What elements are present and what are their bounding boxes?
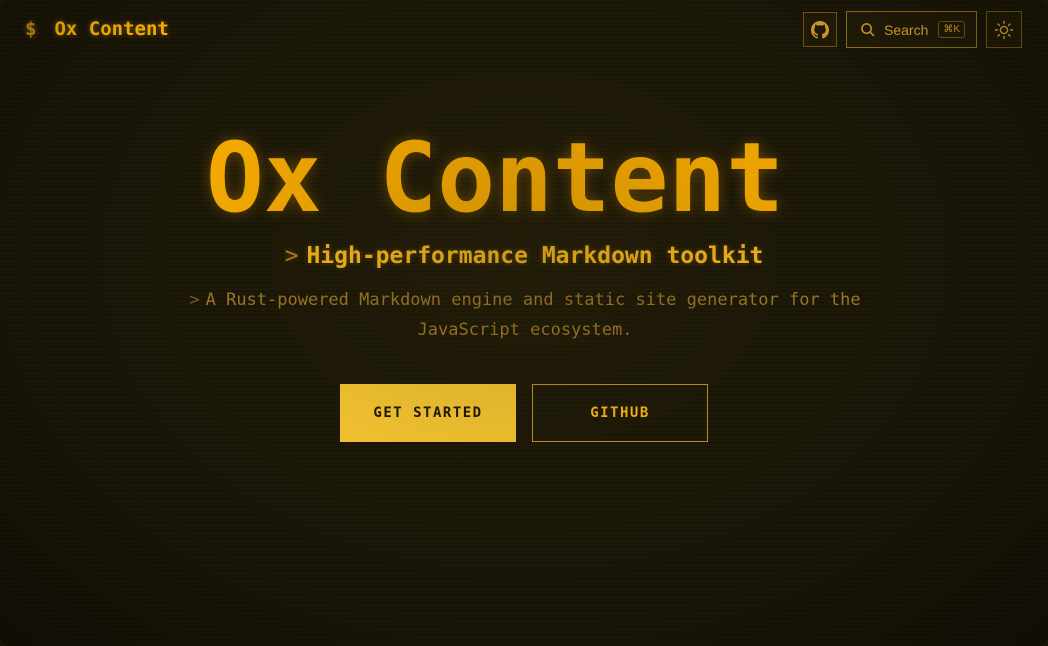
search-button[interactable]: Search ⌘K [846,11,977,48]
search-label: Search [884,21,929,38]
site-logo-link[interactable]: $ Ox Content [25,16,169,42]
hero-title: Ox Content [206,122,784,234]
sun-icon [994,20,1014,40]
description-prompt: > [189,290,200,310]
brand-prompt: $ [25,18,37,40]
description-text: A Rust-powered Markdown engine and stati… [205,290,861,340]
search-shortcut-badge: ⌘K [938,21,966,38]
github-link-button[interactable] [803,12,837,47]
hero-tagline: > High-performance Markdown toolkit [0,240,1048,272]
github-icon [811,20,829,39]
theme-toggle-button[interactable] [986,11,1022,48]
search-icon [860,22,875,37]
page-background: $ Ox Content Search ⌘K Ox Content > High… [0,0,1048,646]
brand-name: Ox Content [54,18,169,40]
hero-description: > A Rust-powered Markdown engine and stat… [160,285,890,345]
github-button[interactable]: GITHUB [532,384,708,442]
tagline-prompt: > [284,243,299,269]
get-started-button[interactable]: GET STARTED [340,384,516,442]
tagline-text: High-performance Markdown toolkit [306,243,764,269]
header-actions: Search ⌘K [803,11,1022,48]
